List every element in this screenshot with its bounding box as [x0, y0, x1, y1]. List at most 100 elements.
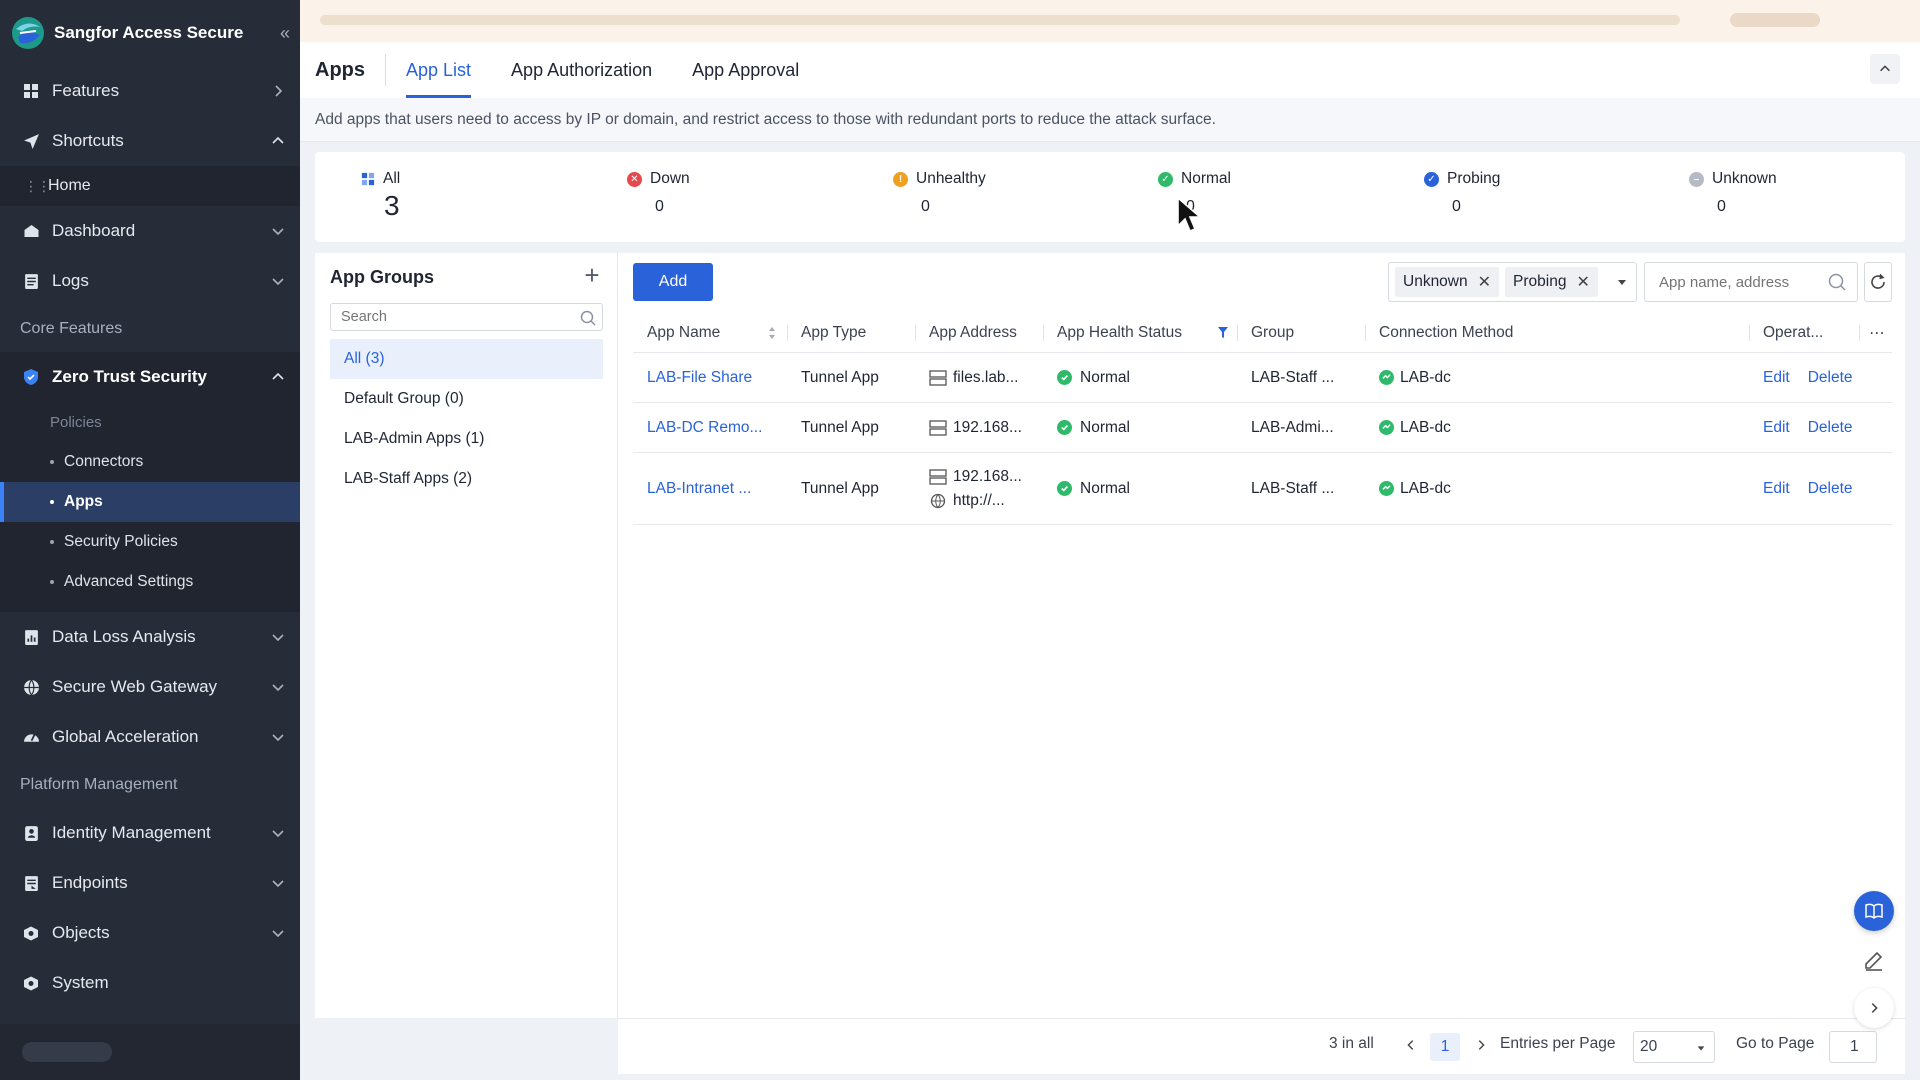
edit-link[interactable]: Edit [1763, 419, 1790, 437]
tab-app-list[interactable]: App List [406, 42, 472, 98]
sidebar-item-features[interactable]: Features [0, 66, 300, 116]
app-type-cell: Tunnel App [801, 368, 879, 386]
sidebar-item-endpoints[interactable]: Endpoints [0, 858, 300, 908]
group-search-input[interactable] [330, 303, 603, 331]
help-docs-button[interactable] [1854, 891, 1894, 931]
close-icon[interactable]: ✕ [1478, 272, 1491, 292]
stat-unhealthy[interactable]: ! Unhealthy 0 [893, 170, 986, 216]
dashboard-icon [22, 222, 40, 240]
group-item-default[interactable]: Default Group (0) [330, 379, 603, 419]
app-name-text[interactable]: LAB-Intranet ... [647, 480, 751, 498]
connection-text: LAB-dc [1400, 479, 1451, 497]
total-count: 3 in all [1329, 1035, 1374, 1052]
sidebar-item-data-loss-analysis[interactable]: Data Loss Analysis [0, 612, 300, 662]
app-name-link[interactable]: LAB-File Share [633, 353, 752, 402]
sidebar-item-global-acceleration[interactable]: Global Acceleration [0, 712, 300, 762]
sidebar-collapse-icon[interactable]: « [274, 22, 296, 44]
app-name-link[interactable]: LAB-Intranet ... [633, 453, 751, 524]
chevron-right-icon[interactable] [1474, 1038, 1488, 1052]
app-name-text[interactable]: LAB-DC Remo... [647, 419, 762, 437]
connection-text: LAB-dc [1400, 418, 1451, 436]
shield-icon [22, 368, 40, 386]
entries-label: Entries per Page [1500, 1035, 1616, 1052]
edit-link[interactable]: Edit [1763, 480, 1790, 498]
drag-handle-icon: ⋮⋮ [24, 177, 51, 194]
column-app-name[interactable]: App Name [633, 313, 787, 353]
page-number-current[interactable]: 1 [1430, 1033, 1460, 1061]
add-app-button[interactable]: Add [633, 263, 713, 301]
collapse-header-button[interactable] [1870, 54, 1900, 84]
connector-icon [1379, 481, 1394, 496]
expand-tools-button[interactable] [1854, 988, 1894, 1028]
sidebar-item-identity-management[interactable]: Identity Management [0, 808, 300, 858]
refresh-button[interactable] [1864, 262, 1892, 302]
column-settings-icon[interactable]: ⋯ [1859, 313, 1892, 353]
address-text: 192.168... [953, 467, 1022, 485]
sidebar-item-label: Identity Management [52, 823, 211, 842]
sidebar-item-home[interactable]: ⋮⋮ Home [0, 166, 300, 206]
delete-link[interactable]: Delete [1808, 419, 1853, 437]
sidebar-item-logs[interactable]: Logs [0, 256, 300, 306]
brand: Sangfor Access Secure « [0, 0, 300, 66]
chevron-down-icon [272, 228, 284, 236]
tab-app-approval[interactable]: App Approval [692, 42, 799, 98]
column-app-health-status[interactable]: App Health Status [1043, 313, 1237, 353]
goto-page-input[interactable]: 1 [1829, 1031, 1877, 1063]
stat-unknown[interactable]: – Unknown 0 [1689, 170, 1777, 216]
bullet-icon [50, 500, 54, 504]
page-title: Apps [315, 54, 386, 86]
sidebar-item-secure-web-gateway[interactable]: Secure Web Gateway [0, 662, 300, 712]
globe-shield-icon [22, 678, 40, 696]
search-icon[interactable] [1827, 272, 1847, 292]
group-item-lab-admin[interactable]: LAB-Admin Apps (1) [330, 419, 603, 459]
grid-icon [361, 172, 375, 186]
stat-down[interactable]: ✕ Down 0 [627, 170, 690, 216]
stat-all[interactable]: All 3 [361, 170, 400, 222]
sidebar-item-label: Dashboard [52, 221, 136, 240]
sidebar-item-system[interactable]: System [0, 958, 300, 1008]
stat-label: Unhealthy [916, 170, 986, 187]
close-icon[interactable]: ✕ [1576, 272, 1589, 292]
chevron-down-icon [272, 734, 284, 742]
app-search-input[interactable] [1644, 262, 1858, 302]
stat-probing[interactable]: ✓ Probing 0 [1424, 170, 1500, 216]
health-filter-select[interactable]: Unknown ✕ Probing ✕ [1388, 262, 1637, 302]
chevron-left-icon[interactable] [1404, 1038, 1418, 1052]
caret-down-icon[interactable] [1616, 276, 1628, 288]
app-name-text[interactable]: LAB-File Share [647, 369, 752, 387]
edit-pencil-icon[interactable] [1862, 948, 1886, 972]
group-cell: LAB-Staff ... [1251, 368, 1335, 386]
column-label: App Address [929, 324, 1017, 341]
app-name-link[interactable]: LAB-DC Remo... [633, 403, 762, 452]
server-icon [929, 419, 947, 436]
column-group: Group [1237, 313, 1365, 353]
filter-icon[interactable] [1217, 326, 1229, 340]
chevron-down-icon [272, 830, 284, 838]
filter-chip-unknown[interactable]: Unknown ✕ [1395, 267, 1500, 297]
delete-link[interactable]: Delete [1808, 369, 1853, 387]
tab-app-authorization[interactable]: App Authorization [511, 42, 652, 98]
sidebar-item-apps[interactable]: Apps [0, 482, 300, 522]
banner-action-redacted[interactable] [1730, 13, 1820, 27]
sort-icon[interactable] [767, 325, 777, 341]
sidebar-item-shortcuts[interactable]: Shortcuts [0, 116, 300, 166]
filter-chip-probing[interactable]: Probing ✕ [1505, 267, 1598, 297]
sidebar-item-dashboard[interactable]: Dashboard [0, 206, 300, 256]
sidebar-item-objects[interactable]: Objects [0, 908, 300, 958]
search-icon[interactable] [579, 309, 597, 327]
sidebar-item-security-policies[interactable]: Security Policies [0, 522, 300, 562]
group-item-all[interactable]: All (3) [330, 339, 603, 379]
sidebar-item-connectors[interactable]: Connectors [0, 442, 300, 482]
sidebar-item-zero-trust-security[interactable]: Zero Trust Security [0, 352, 300, 402]
chevron-down-icon [272, 684, 284, 692]
edit-link[interactable]: Edit [1763, 369, 1790, 387]
operation-cell: Edit Delete [1749, 353, 1871, 402]
refresh-icon [1871, 273, 1885, 289]
sidebar-user-area[interactable] [0, 1024, 300, 1080]
document-chart-icon [22, 628, 40, 646]
delete-link[interactable]: Delete [1808, 480, 1853, 498]
add-group-icon[interactable]: + [581, 262, 603, 288]
entries-per-page-select[interactable]: 20 [1633, 1031, 1715, 1063]
group-item-lab-staff[interactable]: LAB-Staff Apps (2) [330, 459, 603, 499]
sidebar-item-advanced-settings[interactable]: Advanced Settings [0, 562, 300, 602]
